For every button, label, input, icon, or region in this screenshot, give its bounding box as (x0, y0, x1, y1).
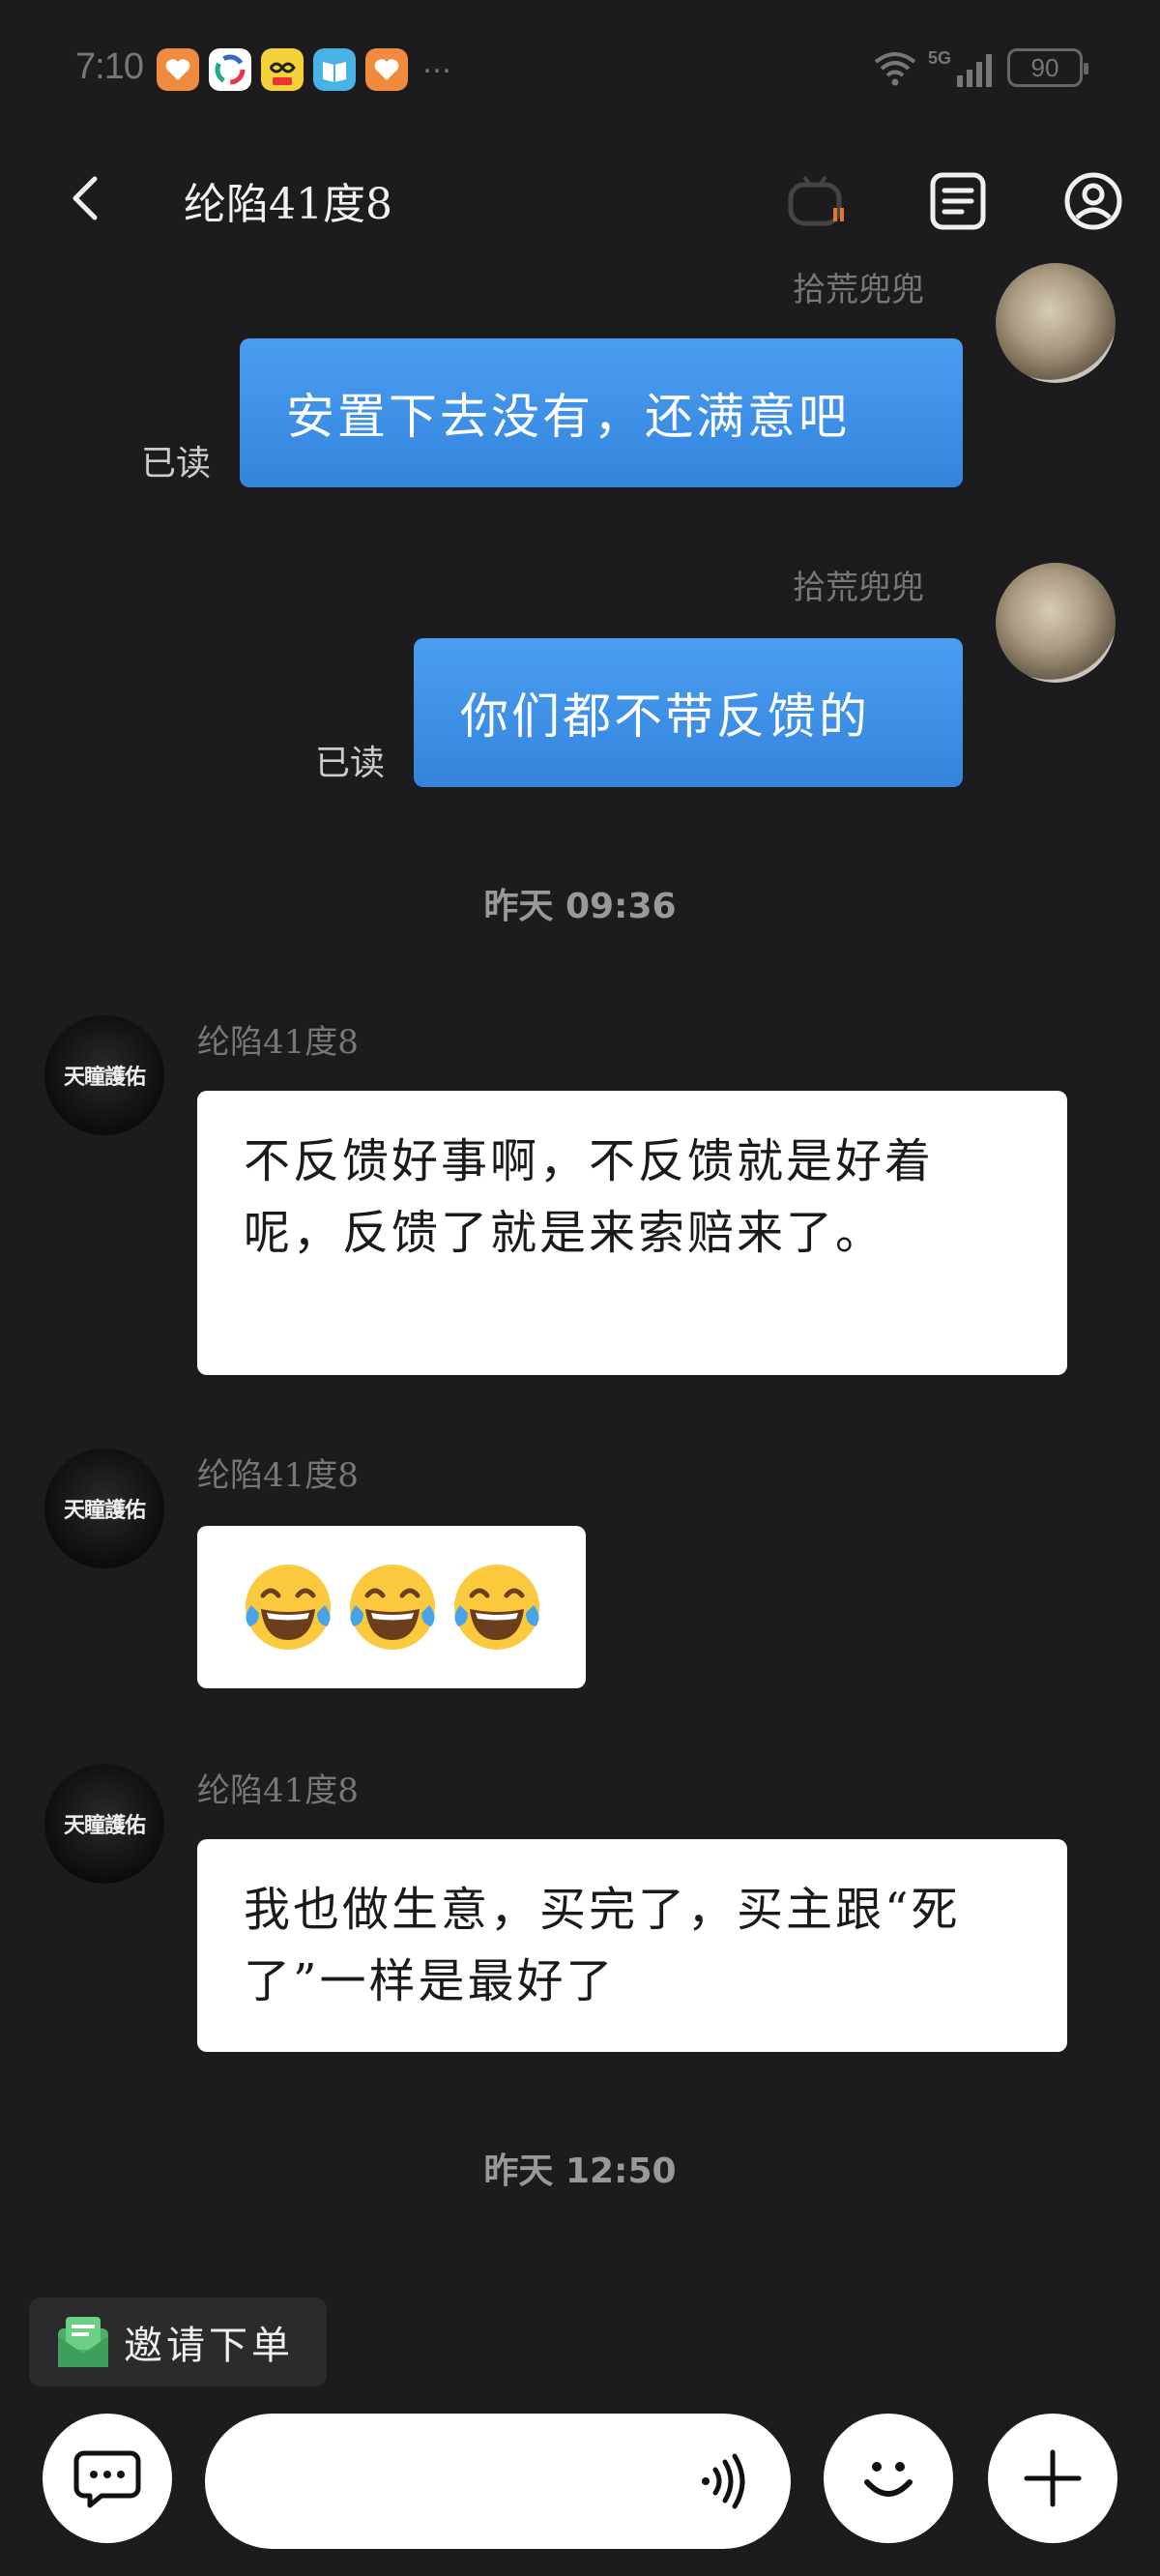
tears-of-joy-emoji-icon (454, 1565, 539, 1650)
network-icons: 5G 90 (872, 46, 1088, 89)
message-bubble-outgoing[interactable]: 你们都不带反馈的 (414, 638, 963, 787)
time-divider: 昨天 12:50 (483, 2152, 677, 2191)
wifi-icon (874, 52, 916, 86)
message-bubble-outgoing[interactable]: 安置下去没有，还满意吧 (240, 338, 963, 487)
heart-app-icon (365, 48, 408, 91)
read-status: 已读 (141, 444, 212, 483)
smiley-icon (864, 2462, 913, 2497)
avatar-logo-text: 天瞳護佑 (63, 1498, 146, 1523)
message-bubble-incoming[interactable]: 不反馈好事啊，不反馈就是好着呢，反馈了就是来索赔来了。 (197, 1091, 1067, 1375)
add-more-button[interactable] (988, 2414, 1117, 2543)
input-bar (0, 2408, 1160, 2553)
sender-name: 纶陷41度8 (197, 1771, 359, 1810)
status-time: 7:10 (75, 46, 144, 87)
sender-name: 纶陷41度8 (197, 1023, 359, 1062)
colorful-app-icon (209, 48, 251, 91)
quick-reply-button[interactable] (43, 2414, 172, 2543)
profile-icon[interactable] (1061, 169, 1125, 233)
emoji-button[interactable] (824, 2414, 953, 2543)
invite-order-button[interactable]: 邀请下单 (29, 2298, 327, 2386)
book-app-icon (313, 48, 356, 91)
contact-avatar[interactable]: 天瞳護佑 (44, 1015, 164, 1135)
contact-avatar[interactable]: 天瞳護佑 (44, 1764, 164, 1884)
signal-5g-icon: 5G (928, 48, 992, 87)
self-avatar[interactable] (996, 563, 1116, 683)
chat-header: 纶陷41度8 (0, 145, 1160, 271)
invite-order-label: 邀请下单 (124, 2324, 294, 2368)
order-list-icon[interactable] (926, 169, 990, 233)
more-notifications: … (422, 46, 451, 80)
chat-bubble-icon (73, 2450, 141, 2508)
tears-of-joy-emoji-icon (246, 1565, 331, 1650)
avatar-logo-text: 天瞳護佑 (63, 1813, 146, 1838)
message-bubble-emoji[interactable] (197, 1526, 586, 1688)
voice-icon[interactable] (692, 2450, 754, 2512)
yellow-app-icon (261, 48, 304, 91)
read-status: 已读 (315, 744, 386, 783)
sender-name: 纶陷41度8 (197, 1456, 359, 1495)
sender-name: 拾荒兜兜 (793, 271, 924, 309)
robot-icon[interactable] (785, 169, 849, 233)
status-bar: 7:10 … 5G 90 (0, 0, 1160, 145)
avatar-logo-text: 天瞳護佑 (63, 1065, 146, 1090)
order-envelope-icon (58, 2317, 108, 2367)
message-input[interactable] (205, 2414, 791, 2549)
chat-title: 纶陷41度8 (184, 180, 392, 229)
emoji-row (197, 1526, 586, 1688)
notification-icons (157, 48, 408, 91)
back-icon[interactable] (58, 169, 116, 227)
svg-text:5G: 5G (928, 48, 951, 68)
tears-of-joy-emoji-icon (350, 1565, 435, 1650)
message-bubble-incoming[interactable]: 我也做生意，买完了，买主跟“死了”一样是最好了 (197, 1839, 1067, 2052)
battery-indicator: 90 (1007, 48, 1088, 87)
contact-avatar[interactable]: 天瞳護佑 (44, 1449, 164, 1568)
sender-name: 拾荒兜兜 (793, 569, 924, 607)
time-divider: 昨天 09:36 (483, 887, 677, 926)
self-avatar[interactable] (996, 263, 1116, 383)
plus-icon (1024, 2449, 1082, 2507)
heart-app-icon (157, 48, 199, 91)
